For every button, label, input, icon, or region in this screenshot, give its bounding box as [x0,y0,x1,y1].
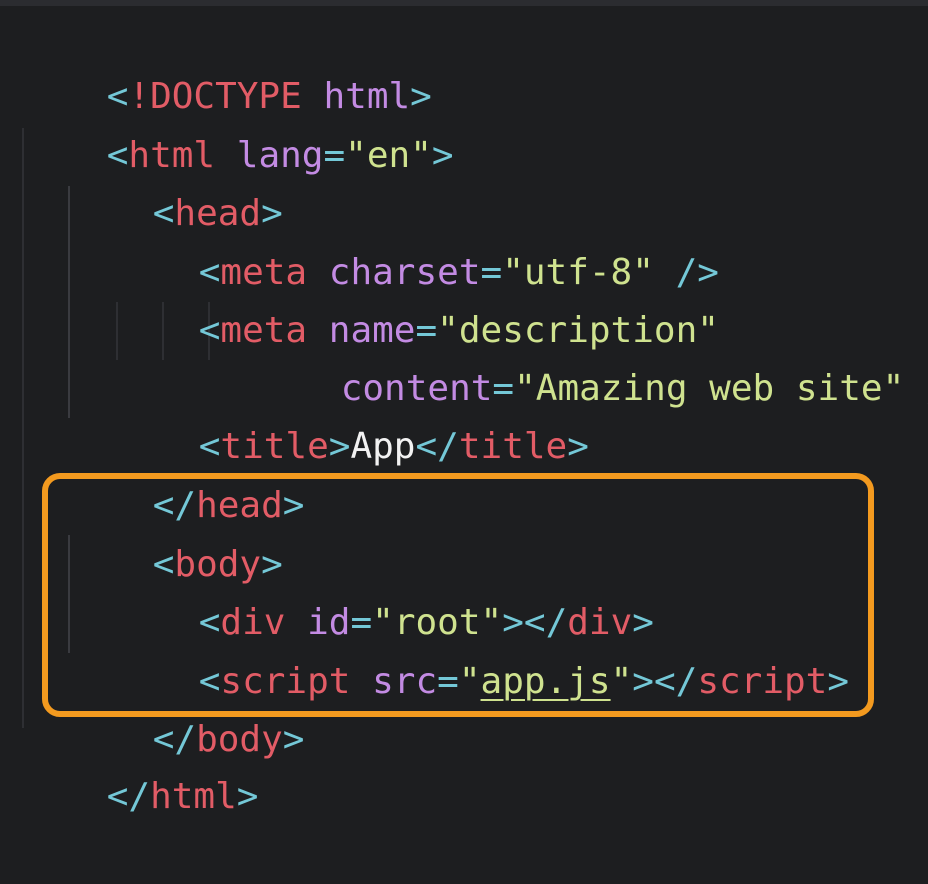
attribute-name: src [372,661,438,702]
tag-name: html [150,776,237,817]
code-line-5[interactable]: <meta name="description" [112,244,719,351]
code-line-10[interactable]: <div id="root"></div> [112,536,654,643]
editor-top-bar [0,0,928,6]
tag-bracket: </ [415,426,459,467]
code-line-4[interactable]: <meta charset="utf-8" /> [112,186,719,293]
tag-bracket: > [431,135,454,176]
tag-bracket: </ [653,661,698,702]
code-line-13[interactable]: </html> [20,710,259,817]
equals-sign: = [323,135,346,176]
tag-name: title [458,426,568,467]
tag-bracket: > [567,426,589,467]
tag-bracket: > [328,426,351,467]
code-line-12[interactable]: </body> [66,653,305,760]
quote: " [458,661,481,702]
code-line-2[interactable]: <html lang="en"> [20,69,454,176]
attribute-value: "en" [345,135,432,176]
code-line-3[interactable]: <head> [66,127,283,234]
tag-bracket: > [827,661,850,702]
code-line-8[interactable]: </head> [66,419,305,526]
code-line-11[interactable]: <script src="app.js"></script> [112,595,849,702]
code-line-6[interactable]: content="Amazing web site" /> [254,302,928,409]
tag-bracket: < [198,310,221,351]
code-line-7[interactable]: <title>App</title> [112,360,589,467]
quote: " [610,661,633,702]
code-editor[interactable]: <!DOCTYPE html> <html lang="en"> <head> … [0,0,928,817]
script-src-link[interactable]: app.js [481,661,611,702]
tag-bracket: > [236,776,259,817]
code-line-9[interactable]: <body> [66,478,283,585]
tag-bracket: </ [106,776,151,817]
tag-bracket: > [282,719,305,760]
title-text: App [350,426,416,467]
code-line-1[interactable]: <!DOCTYPE html> [20,10,432,117]
tag-name: script [697,661,828,702]
equals-sign: = [437,661,459,702]
tag-bracket: > [632,661,654,702]
